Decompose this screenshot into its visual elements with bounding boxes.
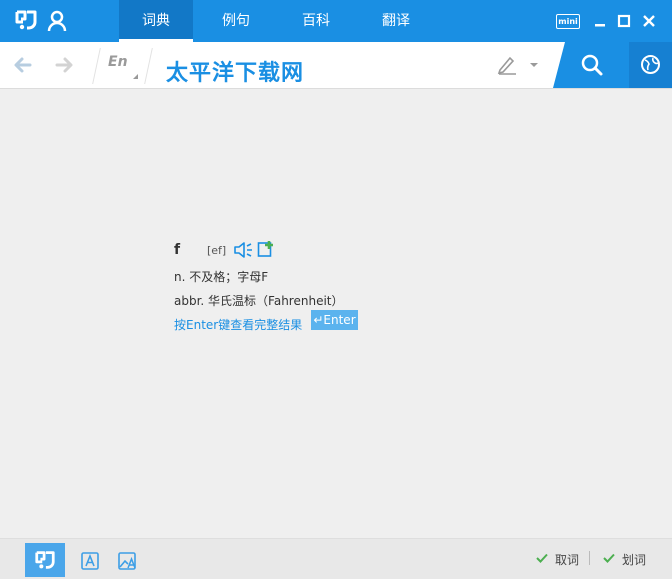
tab-encyclopedia[interactable]: 百科 — [279, 0, 353, 42]
corner-triangle-icon — [133, 74, 138, 79]
app-logo-icon — [35, 551, 55, 569]
chevron-down-icon[interactable] — [529, 61, 539, 69]
divider — [589, 551, 590, 565]
user-icon[interactable] — [47, 10, 67, 32]
select-word-toggle[interactable]: 划词 — [622, 551, 646, 568]
add-to-wordbook-icon[interactable] — [257, 240, 275, 258]
enter-badge[interactable]: ↵Enter — [311, 310, 358, 330]
maximize-icon[interactable] — [614, 12, 634, 30]
tab-translate[interactable]: 翻译 — [359, 0, 433, 42]
search-icon — [581, 54, 603, 76]
capture-word-toggle[interactable]: 取词 — [555, 551, 579, 568]
check-icon — [603, 553, 615, 563]
close-icon[interactable] — [639, 12, 659, 30]
forward-arrow-icon[interactable] — [53, 54, 75, 76]
handwriting-icon[interactable] — [496, 53, 518, 75]
minimize-icon[interactable] — [590, 12, 610, 30]
text-a-icon — [81, 552, 99, 570]
divider — [92, 48, 101, 84]
text-recognition-button[interactable] — [70, 543, 110, 577]
footer-bar: 取词 划词 — [0, 538, 672, 579]
tab-examples[interactable]: 例句 — [199, 0, 273, 42]
globe-icon — [641, 55, 660, 74]
language-selector[interactable]: En — [108, 54, 128, 70]
enter-hint-link[interactable]: 按Enter键查看完整结果 — [174, 316, 302, 333]
speaker-icon[interactable] — [233, 241, 253, 259]
image-translate-button[interactable] — [107, 543, 147, 577]
image-text-icon — [118, 552, 136, 570]
definition-line: abbr. 华氏温标（Fahrenheit） — [174, 294, 344, 308]
search-input[interactable]: 太平洋下载网 — [166, 55, 304, 87]
search-button[interactable] — [553, 42, 629, 88]
mini-mode-button[interactable]: mini — [556, 14, 580, 29]
online-lookup-button[interactable] — [629, 42, 672, 88]
title-bar: 词典 例句 百科 翻译 mini — [0, 0, 672, 42]
definition-line: n. 不及格；字母F — [174, 270, 269, 284]
app-logo-icon[interactable] — [14, 8, 38, 32]
dictionary-mode-button[interactable] — [25, 543, 65, 577]
tab-dictionary[interactable]: 词典 — [119, 0, 193, 42]
phonetic: [ef] — [207, 244, 227, 257]
headword: f — [174, 242, 181, 258]
back-arrow-icon[interactable] — [12, 54, 34, 76]
check-icon — [536, 553, 548, 563]
divider — [144, 48, 153, 84]
